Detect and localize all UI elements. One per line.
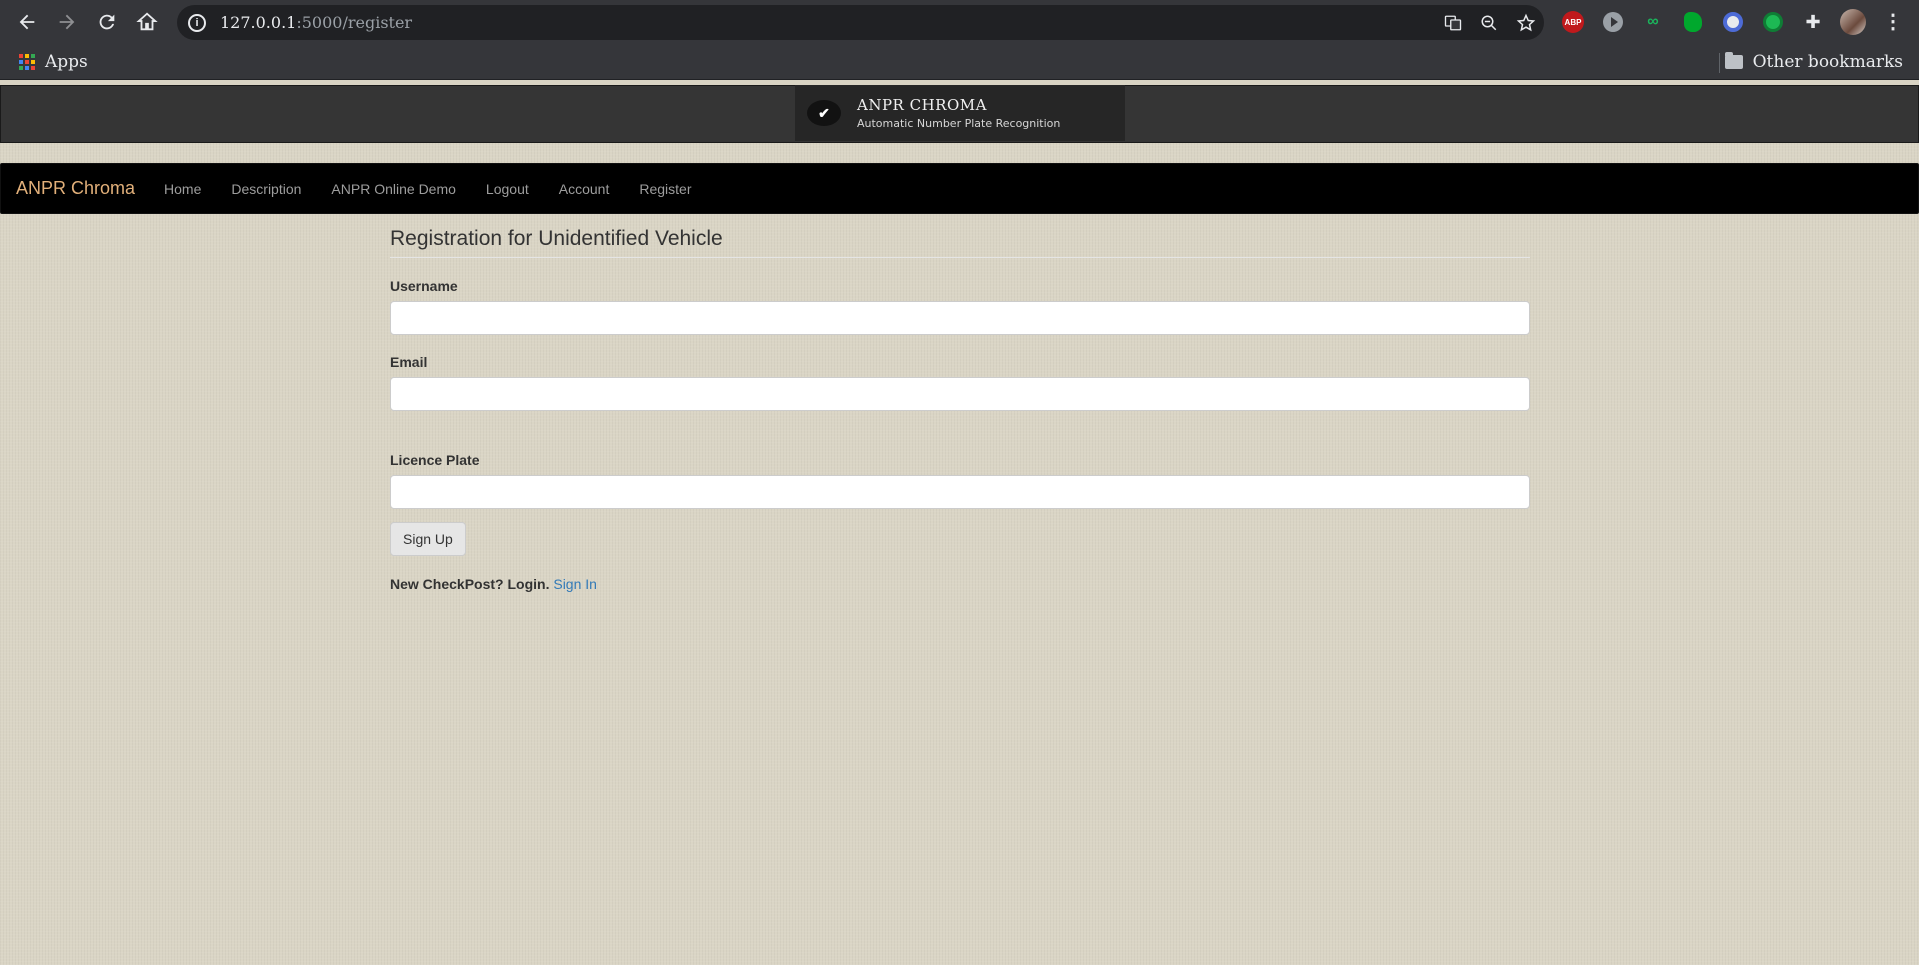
menu-dots-icon[interactable]: ⋮ (1880, 9, 1906, 35)
apps-bookmark[interactable]: Apps (19, 52, 88, 72)
main-navbar: ANPR Chroma Home Description ANPR Online… (0, 163, 1919, 214)
email-label: Email (390, 354, 428, 370)
avatar[interactable] (1840, 9, 1866, 35)
sign-up-button[interactable]: Sign Up (390, 522, 466, 556)
folder-icon (1724, 52, 1743, 69)
translate-icon[interactable] (1444, 14, 1462, 32)
other-bookmarks[interactable]: Other bookmarks (1724, 44, 1903, 80)
home-icon[interactable] (127, 2, 167, 42)
star-icon[interactable] (1516, 13, 1536, 33)
nav-register[interactable]: Register (624, 181, 706, 197)
username-label: Username (390, 278, 458, 294)
register-form: Registration for Unidentified Vehicle Us… (390, 227, 1530, 592)
info-icon[interactable]: i (188, 13, 206, 32)
green-circle-icon[interactable] (1760, 9, 1786, 35)
bookmarks-divider (1719, 53, 1720, 73)
forward-icon[interactable] (47, 2, 87, 42)
banner-title: ANPR CHROMA (857, 96, 987, 114)
block-icon[interactable] (1720, 9, 1746, 35)
nav-online-demo[interactable]: ANPR Online Demo (316, 181, 471, 197)
apps-grid-icon (19, 53, 35, 70)
email-field[interactable] (390, 377, 1530, 411)
reload-icon[interactable] (87, 2, 127, 42)
page-body: ✔ ANPR CHROMA Automatic Number Plate Rec… (0, 85, 1919, 965)
licence-plate-label: Licence Plate (390, 452, 480, 468)
other-bookmarks-label: Other bookmarks (1752, 52, 1903, 72)
licence-plate-field[interactable] (390, 475, 1530, 509)
username-field[interactable] (390, 301, 1530, 335)
apps-label: Apps (45, 51, 88, 72)
navbar-brand[interactable]: ANPR Chroma (16, 178, 135, 199)
play-icon[interactable] (1600, 9, 1626, 35)
signin-row: New CheckPost? Login. Sign In (390, 576, 1530, 592)
signin-prompt: New CheckPost? Login. (390, 576, 550, 592)
browser-toolbar: i 127.0.0.1:5000/register ABP ∞ ✚ ⋮ (0, 0, 1919, 44)
nav-account[interactable]: Account (544, 181, 625, 197)
back-icon[interactable] (7, 2, 47, 42)
zoom-out-icon[interactable] (1480, 14, 1498, 32)
logo-icon: ✔ (807, 100, 841, 126)
puzzle-icon[interactable]: ✚ (1800, 9, 1826, 35)
evernote-icon[interactable] (1680, 9, 1706, 35)
glasses-icon[interactable]: ∞ (1640, 9, 1666, 35)
url-host: 127.0.0.1 (220, 13, 297, 32)
address-bar[interactable]: i 127.0.0.1:5000/register (177, 5, 1544, 40)
nav-logout[interactable]: Logout (471, 181, 544, 197)
bookmarks-bar: Apps Other bookmarks (0, 44, 1919, 80)
banner-subtitle: Automatic Number Plate Recognition (857, 117, 1061, 130)
sign-in-link[interactable]: Sign In (553, 576, 597, 592)
url-path: :5000/register (296, 13, 413, 32)
site-banner: ✔ ANPR CHROMA Automatic Number Plate Rec… (795, 85, 1125, 141)
nav-description[interactable]: Description (216, 181, 316, 197)
nav-home[interactable]: Home (149, 181, 216, 197)
url-text: 127.0.0.1:5000/register (220, 13, 412, 32)
form-heading: Registration for Unidentified Vehicle (390, 227, 1530, 258)
adblock-icon[interactable]: ABP (1560, 9, 1586, 35)
